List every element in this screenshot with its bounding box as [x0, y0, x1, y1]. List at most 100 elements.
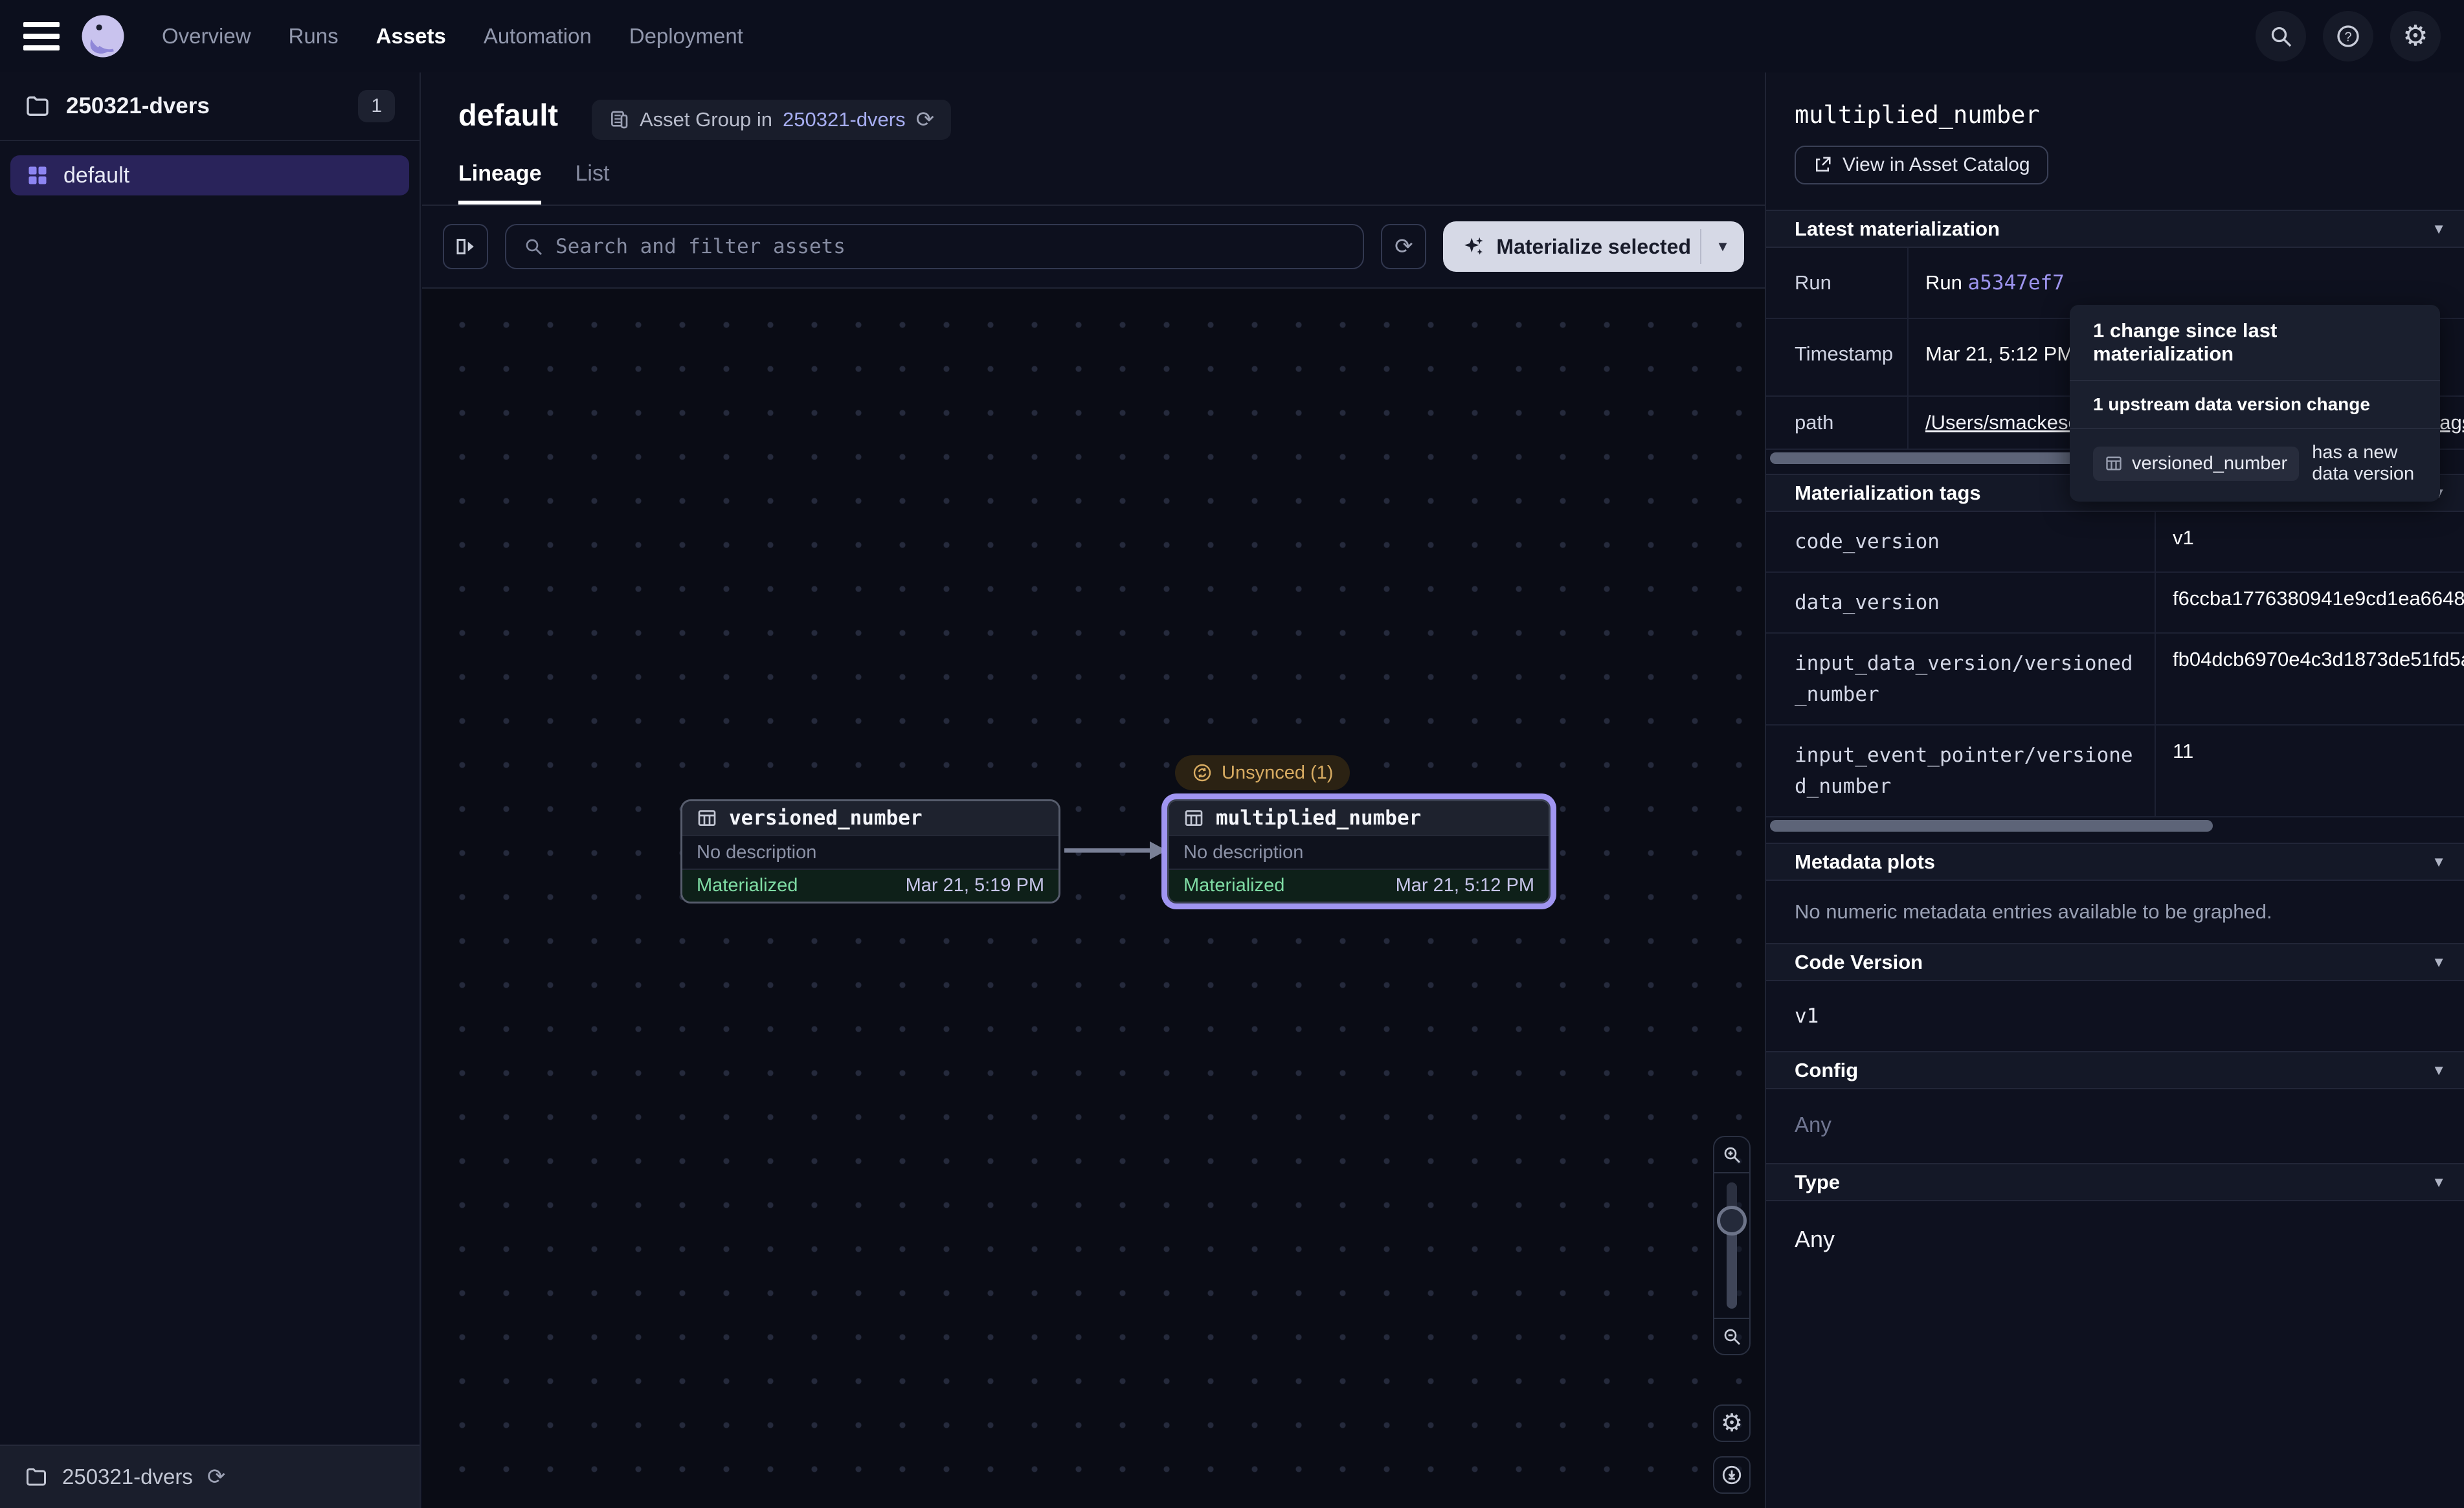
primary-nav: Overview Runs Assets Automation Deployme… — [162, 24, 743, 49]
section-heading: Metadata plots — [1795, 850, 1935, 873]
search-icon — [2268, 23, 2294, 49]
tag-value: fb04dcb6970e4c3d1873de51fd5a5 — [2155, 634, 2464, 724]
materialize-main[interactable]: Materialize selected — [1443, 221, 1700, 272]
refresh-icon[interactable]: ⟳ — [916, 109, 935, 131]
group-label: default — [63, 163, 129, 188]
collapse-chevron-icon[interactable]: ▼ — [2432, 944, 2446, 980]
expand-panel-button[interactable] — [443, 224, 488, 269]
tag-key: input_data_version/versioned_number — [1766, 634, 2155, 724]
menu-icon[interactable] — [23, 22, 60, 50]
table-icon — [2105, 454, 2123, 472]
asset-node-multiplied-number[interactable]: multiplied_number No description Materia… — [1167, 799, 1551, 904]
asset-group-icon — [26, 164, 49, 187]
zoom-out-button[interactable] — [1714, 1318, 1749, 1354]
table-icon — [697, 808, 717, 828]
dagster-logo[interactable] — [78, 11, 128, 61]
refresh-icon: ⟳ — [1394, 236, 1413, 258]
folder-icon — [25, 1465, 48, 1489]
refresh-graph-button[interactable]: ⟳ — [1381, 224, 1426, 269]
settings-button[interactable]: ⚙ — [2390, 11, 2441, 61]
unsynced-badge[interactable]: Unsynced (1) — [1175, 755, 1350, 790]
collapse-chevron-icon[interactable]: ▼ — [2432, 844, 2446, 880]
section-heading: Materialization tags — [1795, 482, 1981, 504]
asset-group-badge: Asset Group in 250321-dvers ⟳ — [592, 100, 951, 140]
help-button[interactable]: ? — [2323, 11, 2373, 61]
badge-repo-link[interactable]: 250321-dvers — [783, 108, 906, 131]
tag-value: v1 — [2155, 512, 2464, 571]
popup-subtitle: 1 upstream data version change — [2070, 381, 2440, 429]
main-area: default Asset Group in 250321-dvers ⟳ Re… — [422, 72, 2464, 1508]
section-metadata-plots: Metadata plots ▼ — [1766, 843, 2464, 881]
unsynced-label: Unsynced (1) — [1222, 762, 1333, 784]
section-heading: Config — [1795, 1059, 1858, 1081]
download-icon — [1721, 1464, 1743, 1486]
table-row: data_version f6ccba1776380941e9cd1ea6648… — [1766, 573, 2464, 634]
table-icon — [1183, 808, 1204, 828]
lineage-edge-arrow — [1062, 831, 1172, 870]
search-input[interactable] — [555, 235, 1346, 258]
zoom-in-button[interactable] — [1714, 1137, 1749, 1173]
graph-toolbar: ⟳ Materialize selected ▼ — [422, 206, 1765, 287]
zoom-in-icon — [1721, 1144, 1742, 1165]
metadata-plots-empty-text: No numeric metadata entries available to… — [1795, 900, 2272, 923]
zoom-slider[interactable] — [1714, 1173, 1749, 1318]
popup-suffix-text: has a new data version — [2312, 442, 2417, 485]
asset-node-versioned-number[interactable]: versioned_number No description Material… — [680, 799, 1060, 904]
download-graph-button[interactable] — [1713, 1456, 1751, 1494]
tag-key: input_event_pointer/versioned_number — [1766, 726, 2155, 816]
asset-node-footer: Materialized Mar 21, 5:19 PM — [682, 869, 1058, 902]
section-type: Type ▼ — [1766, 1163, 2464, 1201]
asset-name: versioned_number — [729, 806, 923, 830]
refresh-icon[interactable]: ⟳ — [207, 1466, 226, 1488]
nav-automation[interactable]: Automation — [484, 24, 592, 49]
asset-sidebar: 250321-dvers 1 default 250321-dvers ⟳ — [0, 72, 421, 1508]
asset-group-icon — [609, 109, 629, 130]
asset-chip-versioned-number[interactable]: versioned_number — [2093, 447, 2299, 481]
materialized-status: Materialized — [697, 875, 798, 896]
code-version-value: v1 — [1795, 1004, 1819, 1028]
nav-runs[interactable]: Runs — [289, 24, 339, 49]
tag-value: f6ccba1776380941e9cd1ea66481d — [2155, 573, 2464, 632]
tab-lineage[interactable]: Lineage — [458, 161, 541, 205]
run-id-link[interactable]: a5347ef7 — [1968, 271, 2065, 294]
sidebar-repo-row[interactable]: 250321-dvers 1 — [0, 72, 420, 141]
nav-overview[interactable]: Overview — [162, 24, 251, 49]
footer-repo-name: 250321-dvers — [62, 1465, 193, 1489]
popup-detail-row: versioned_number has a new data version — [2070, 429, 2440, 502]
changes-popup: 1 change since last materialization 1 up… — [2070, 305, 2440, 502]
asset-chip-label: versioned_number — [2132, 453, 2287, 474]
lineage-graph-region: ⟳ Materialize selected ▼ Unsynced (1) — [422, 206, 1765, 1508]
lineage-canvas[interactable]: Unsynced (1) versioned_number No descrip… — [422, 287, 1765, 1508]
help-icon: ? — [2335, 23, 2361, 49]
svg-text:?: ? — [2344, 30, 2351, 45]
table-row: code_version v1 — [1766, 512, 2464, 573]
page-title: default — [458, 97, 558, 133]
zoom-slider-track[interactable] — [1727, 1182, 1737, 1309]
collapse-chevron-icon[interactable]: ▼ — [2432, 1164, 2446, 1200]
asset-detail-panel: multiplied_number View in Asset Catalog … — [1765, 72, 2464, 1508]
materialize-selected-button[interactable]: Materialize selected ▼ — [1443, 221, 1744, 272]
materialize-dropdown-button[interactable]: ▼ — [1701, 221, 1744, 272]
table-row: input_event_pointer/versioned_number 11 — [1766, 726, 2464, 817]
asset-node-header: versioned_number — [682, 801, 1058, 835]
zoom-slider-handle[interactable] — [1717, 1206, 1747, 1236]
sidebar-footer-repo[interactable]: 250321-dvers ⟳ — [0, 1445, 420, 1508]
top-nav-bar: Overview Runs Assets Automation Deployme… — [0, 0, 2464, 72]
horizontal-scrollbar[interactable] — [1770, 820, 2213, 832]
view-in-asset-catalog-button[interactable]: View in Asset Catalog — [1795, 146, 2048, 184]
collapse-chevron-icon[interactable]: ▼ — [2432, 211, 2446, 247]
gear-icon: ⚙ — [1721, 1411, 1743, 1436]
search-button[interactable] — [2256, 11, 2306, 61]
asset-node-header: multiplied_number — [1169, 801, 1549, 835]
type-value: Any — [1795, 1226, 1835, 1252]
tab-list[interactable]: List — [575, 161, 609, 205]
nav-assets[interactable]: Assets — [376, 24, 446, 49]
config-value: Any — [1795, 1113, 1831, 1137]
sidebar-item-default-group[interactable]: default — [10, 155, 409, 195]
collapse-chevron-icon[interactable]: ▼ — [2432, 1052, 2446, 1088]
chevron-down-icon: ▼ — [1716, 238, 1730, 255]
nav-deployment[interactable]: Deployment — [629, 24, 743, 49]
timestamp-value: Mar 21, 5:12 PM — [1925, 342, 2074, 366]
search-icon — [523, 236, 544, 257]
graph-settings-button[interactable]: ⚙ — [1713, 1404, 1751, 1442]
